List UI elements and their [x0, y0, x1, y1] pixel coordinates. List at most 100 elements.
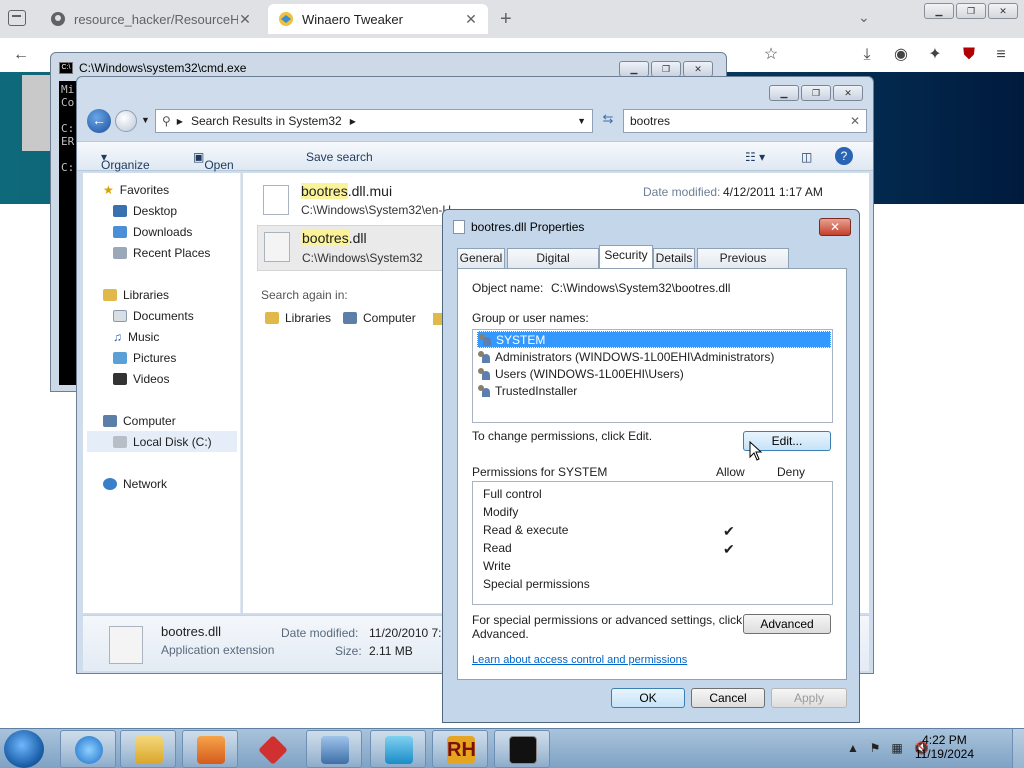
search-again-computer[interactable]: Computer — [343, 311, 416, 325]
organize-button[interactable]: Organize ▾ — [101, 150, 150, 172]
back-button[interactable]: ← — [87, 109, 111, 133]
date-modified-value: 4/12/2011 1:17 AM — [723, 185, 823, 199]
show-desktop-button[interactable] — [1012, 729, 1024, 768]
start-button[interactable] — [4, 730, 44, 768]
nav-downloads[interactable]: Downloads — [113, 225, 192, 239]
tab-winaero-tweaker[interactable]: Winaero Tweaker ✕ — [268, 4, 488, 34]
user-list[interactable]: SYSTEM Administrators (WINDOWS-1L00EHI\A… — [472, 329, 833, 423]
taskbar-media-player[interactable] — [182, 730, 238, 768]
close-button[interactable]: ✕ — [819, 218, 851, 236]
chevron-down-icon[interactable]: ⌄ — [858, 9, 870, 26]
taskbar-app-red[interactable] — [244, 730, 300, 768]
learn-more-link[interactable]: Learn about access control and permissio… — [472, 654, 687, 666]
nav-libraries[interactable]: Libraries — [103, 288, 169, 302]
network-icon[interactable]: ▦ — [890, 741, 904, 755]
properties-dialog[interactable]: bootres.dll Properties ✕ General Digital… — [442, 209, 860, 723]
show-hidden-icons[interactable]: ▲ — [846, 741, 860, 755]
ok-button[interactable]: OK — [611, 688, 685, 708]
maximize-button[interactable]: ❐ — [651, 61, 681, 77]
drive-icon — [113, 435, 127, 448]
result-item[interactable]: bootres.dll.mui C:\Windows\System32\en-U… — [257, 181, 451, 221]
table-row: Special permissions — [483, 577, 590, 591]
check-icon: ✔ — [723, 523, 735, 539]
deny-column-header: Deny — [777, 465, 806, 479]
nav-favorites[interactable]: ★ Favorites — [103, 183, 169, 197]
save-search-button[interactable]: Save search — [306, 150, 373, 164]
nav-videos[interactable]: Videos — [113, 372, 169, 386]
tab-details[interactable]: Details — [653, 248, 695, 268]
star-icon[interactable]: ☆ — [760, 44, 782, 66]
nav-music[interactable]: ♫ Music — [113, 330, 159, 344]
nav-recent-places[interactable]: Recent Places — [113, 246, 210, 260]
nav-documents[interactable]: Documents — [113, 309, 194, 323]
taskbar-app-arrow[interactable] — [370, 730, 426, 768]
clock-time: 4:22 PM — [922, 733, 967, 747]
history-dropdown-icon[interactable]: ▼ — [141, 115, 150, 125]
apply-button[interactable]: Apply — [771, 688, 847, 708]
tab-list-icon[interactable] — [8, 10, 26, 26]
close-button[interactable]: ✕ — [833, 85, 863, 101]
nav-computer[interactable]: Computer — [103, 414, 176, 428]
maximize-button[interactable]: ❐ — [801, 85, 831, 101]
taskbar-explorer[interactable] — [120, 730, 176, 768]
address-text: Search Results in System32 — [190, 114, 342, 128]
minimize-button[interactable]: ▁ — [924, 3, 954, 19]
close-button[interactable]: ✕ — [683, 61, 713, 77]
back-arrow-icon[interactable]: ← — [10, 44, 32, 66]
chevron-right-icon[interactable]: ▶ — [350, 117, 356, 126]
preview-pane-icon[interactable]: ◫ — [801, 150, 812, 164]
tab-resource-hacker[interactable]: resource_hacker/ResourceHack ✕ — [40, 4, 262, 34]
extensions-icon[interactable]: ✦ — [924, 44, 946, 66]
new-tab-button[interactable]: + — [500, 8, 512, 31]
result-path: C:\Windows\System32 — [302, 251, 423, 265]
tab-general[interactable]: General — [457, 248, 505, 268]
taskbar-resource-hacker[interactable]: RH — [432, 730, 488, 768]
close-tab-icon[interactable]: ✕ — [464, 11, 478, 28]
taskbar-app-computer[interactable] — [306, 730, 362, 768]
cancel-button[interactable]: Cancel — [691, 688, 765, 708]
taskbar-cmd[interactable] — [494, 730, 550, 768]
media-player-icon — [197, 736, 225, 764]
tab-digital-signatures[interactable]: Digital Signatures — [507, 248, 599, 283]
forward-button[interactable] — [115, 110, 137, 132]
address-bar[interactable]: ⚲ ▶ Search Results in System32 ▶ ▼ — [155, 109, 593, 133]
open-with-button[interactable]: ▣ Open with... — [193, 150, 236, 186]
chevron-right-icon[interactable]: ▶ — [177, 117, 183, 126]
address-dropdown-icon[interactable]: ▼ — [577, 116, 586, 126]
nav-pictures[interactable]: Pictures — [113, 351, 176, 365]
list-item[interactable]: Users (WINDOWS-1L00EHI\Users) — [477, 365, 831, 382]
menu-icon[interactable]: ≡ — [990, 44, 1012, 66]
clear-search-icon[interactable]: ✕ — [850, 114, 860, 128]
list-item[interactable]: TrustedInstaller — [477, 382, 831, 399]
tab-previous-versions[interactable]: Previous Versions — [697, 248, 789, 283]
download-icon[interactable]: ⤓ — [856, 44, 878, 66]
nav-local-disk[interactable]: Local Disk (C:) — [87, 431, 237, 452]
taskbar-internet-explorer[interactable] — [60, 730, 116, 768]
advanced-button[interactable]: Advanced — [743, 614, 831, 634]
tab-security[interactable]: Security — [599, 245, 653, 269]
list-item[interactable]: SYSTEM — [477, 331, 831, 348]
user-group-icon — [477, 367, 491, 380]
minimize-button[interactable]: ▁ — [769, 85, 799, 101]
maximize-button[interactable]: ❐ — [956, 3, 986, 19]
close-tab-icon[interactable]: ✕ — [238, 11, 252, 28]
help-icon[interactable]: ? — [835, 147, 853, 165]
minimize-button[interactable]: ▁ — [619, 61, 649, 77]
user-group-icon — [477, 384, 491, 397]
nav-desktop[interactable]: Desktop — [113, 204, 177, 218]
refresh-icon[interactable]: ⇆ — [597, 111, 619, 131]
search-input[interactable]: bootres ✕ — [623, 109, 867, 133]
flag-icon[interactable]: ⚑ — [868, 741, 882, 755]
view-options-icon[interactable]: ☷ ▾ — [745, 150, 765, 164]
nav-network[interactable]: Network — [103, 477, 167, 491]
account-icon[interactable]: ◉ — [890, 44, 912, 66]
browser-window-controls: ▁ ❐ ✕ — [924, 3, 1018, 19]
explorer-window-controls: ▁ ❐ ✕ — [769, 85, 863, 101]
permissions-for-label: Permissions for SYSTEM — [472, 465, 608, 479]
ublock-icon[interactable]: ⛊ — [958, 44, 980, 66]
close-button[interactable]: ✕ — [988, 3, 1018, 19]
search-again-libraries[interactable]: Libraries — [265, 311, 331, 325]
result-item-selected[interactable]: bootres.dll C:\Windows\System32 — [257, 225, 447, 271]
clock[interactable]: 4:22 PM 11/19/2024 — [915, 733, 974, 761]
list-item[interactable]: Administrators (WINDOWS-1L00EHI\Administ… — [477, 348, 831, 365]
